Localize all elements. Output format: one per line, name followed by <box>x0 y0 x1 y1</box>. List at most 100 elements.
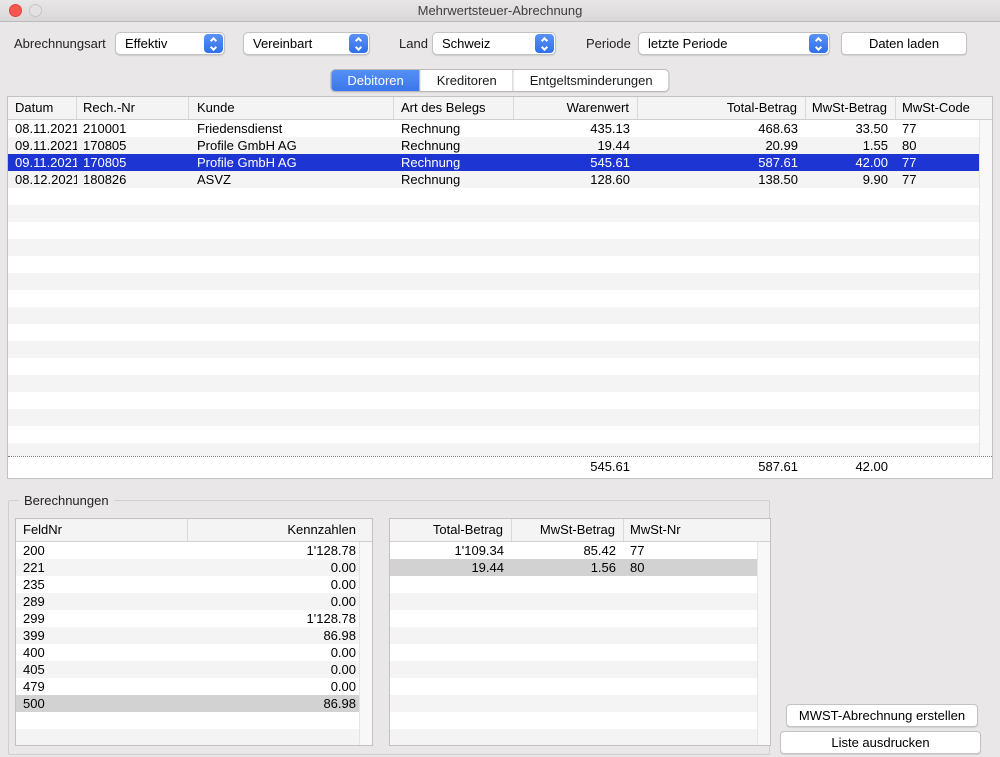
column-header[interactable]: MwSt-Nr <box>624 519 770 541</box>
table-row[interactable] <box>8 358 992 375</box>
table-row[interactable]: 09.11.2021170805Profile GmbH AGRechnung1… <box>8 137 992 154</box>
table-row[interactable]: 2350.00 <box>16 576 372 593</box>
table-row[interactable]: 19.441.5680 <box>390 559 770 576</box>
cell: 08.11.2021 <box>8 120 77 137</box>
table-row[interactable]: 2210.00 <box>16 559 372 576</box>
table-row[interactable] <box>390 729 770 746</box>
table-row[interactable]: 39986.98 <box>16 627 372 644</box>
table-row[interactable] <box>8 273 992 290</box>
invoice-table-header[interactable]: DatumRech.-NrKundeArt des BelegsWarenwer… <box>8 97 992 120</box>
cell <box>638 426 806 443</box>
table-row[interactable] <box>8 222 992 239</box>
table-row[interactable] <box>390 661 770 678</box>
table-row[interactable] <box>390 610 770 627</box>
table-row[interactable] <box>390 695 770 712</box>
table-row[interactable]: 2890.00 <box>16 593 372 610</box>
totals-cell <box>896 457 992 477</box>
table-row[interactable] <box>8 409 992 426</box>
column-header[interactable]: Total-Betrag <box>390 519 512 541</box>
periode-select[interactable]: letzte Periode <box>638 32 830 55</box>
liste-ausdrucken-button[interactable]: Liste ausdrucken <box>780 731 981 754</box>
table-row[interactable]: 2001'128.78 <box>16 542 372 559</box>
tab-entgeltsminderungen[interactable]: Entgeltsminderungen <box>513 70 669 91</box>
table-row[interactable] <box>8 307 992 324</box>
scrollbar-track[interactable] <box>757 542 770 745</box>
cell <box>390 712 512 729</box>
column-header[interactable]: Kennzahlen <box>188 519 372 541</box>
table-row[interactable] <box>8 205 992 222</box>
table-row[interactable] <box>16 712 372 729</box>
cell <box>512 695 624 712</box>
table-row[interactable] <box>390 644 770 661</box>
vereinbart-select[interactable]: Vereinbart <box>243 32 370 55</box>
table-row[interactable] <box>8 239 992 256</box>
table-row[interactable] <box>8 392 992 409</box>
daten-laden-button[interactable]: Daten laden <box>841 32 967 55</box>
cell <box>394 290 514 307</box>
table-row[interactable]: 4050.00 <box>16 661 372 678</box>
cell <box>16 729 188 746</box>
cell <box>512 661 624 678</box>
table-row[interactable] <box>8 443 992 456</box>
feldnr-table-header[interactable]: FeldNrKennzahlen <box>16 519 372 542</box>
column-header[interactable]: Total-Betrag <box>638 97 806 119</box>
column-header[interactable]: Warenwert <box>514 97 638 119</box>
mwst-table-header[interactable]: Total-BetragMwSt-BetragMwSt-Nr <box>390 519 770 542</box>
column-header[interactable]: FeldNr <box>16 519 188 541</box>
table-row[interactable] <box>8 375 992 392</box>
column-header[interactable]: Art des Belegs <box>394 97 514 119</box>
cell <box>8 358 77 375</box>
cell <box>638 358 806 375</box>
table-row[interactable]: 08.12.2021180826ASVZRechnung128.60138.50… <box>8 171 992 188</box>
table-row[interactable]: 2991'128.78 <box>16 610 372 627</box>
tab-debitoren[interactable]: Debitoren <box>331 70 419 91</box>
table-row[interactable]: 08.11.2021210001FriedensdienstRechnung43… <box>8 120 992 137</box>
scrollbar-track[interactable] <box>979 120 992 456</box>
column-header[interactable]: MwSt-Code <box>896 97 992 119</box>
column-header[interactable]: Rech.-Nr <box>77 97 189 119</box>
table-row[interactable] <box>16 729 372 746</box>
table-row[interactable] <box>390 627 770 644</box>
column-header[interactable]: Kunde <box>189 97 394 119</box>
cell <box>77 375 189 392</box>
table-row[interactable] <box>8 426 992 443</box>
window-title: Mehrwertsteuer-Abrechnung <box>0 0 1000 21</box>
table-row[interactable] <box>8 256 992 273</box>
cell <box>806 358 896 375</box>
scrollbar-track[interactable] <box>359 542 372 745</box>
tab-kreditoren[interactable]: Kreditoren <box>420 70 513 91</box>
cell <box>394 409 514 426</box>
cell <box>624 644 770 661</box>
table-row[interactable]: 09.11.2021170805Profile GmbH AGRechnung5… <box>8 154 992 171</box>
table-row[interactable] <box>8 341 992 358</box>
column-header[interactable]: MwSt-Betrag <box>512 519 624 541</box>
table-row[interactable] <box>8 188 992 205</box>
column-header[interactable]: MwSt-Betrag <box>806 97 896 119</box>
table-row[interactable]: 50086.98 <box>16 695 372 712</box>
table-row[interactable] <box>8 290 992 307</box>
cell <box>624 661 770 678</box>
cell <box>77 443 189 456</box>
cell <box>189 443 394 456</box>
cell <box>189 188 394 205</box>
table-row[interactable] <box>390 576 770 593</box>
cell <box>638 324 806 341</box>
abrechnungsart-label: Abrechnungsart <box>14 32 106 55</box>
table-row[interactable]: 4000.00 <box>16 644 372 661</box>
title-bar[interactable]: Mehrwertsteuer-Abrechnung <box>0 0 1000 22</box>
table-row[interactable] <box>390 593 770 610</box>
table-row[interactable] <box>8 324 992 341</box>
table-row[interactable]: 4790.00 <box>16 678 372 695</box>
table-row[interactable] <box>390 712 770 729</box>
table-row[interactable]: 1'109.3485.4277 <box>390 542 770 559</box>
abrechnungsart-select[interactable]: Effektiv <box>115 32 225 55</box>
close-button[interactable] <box>9 4 22 17</box>
app-window: Mehrwertsteuer-Abrechnung Abrechnungsart… <box>0 0 1000 757</box>
cell: 0.00 <box>188 559 372 576</box>
chevron-up-down-icon <box>204 34 223 53</box>
table-row[interactable] <box>390 678 770 695</box>
column-header[interactable]: Datum <box>8 97 77 119</box>
land-select[interactable]: Schweiz <box>432 32 556 55</box>
cell <box>624 712 770 729</box>
mwst-abrechnung-erstellen-button[interactable]: MWST-Abrechnung erstellen <box>786 704 978 727</box>
